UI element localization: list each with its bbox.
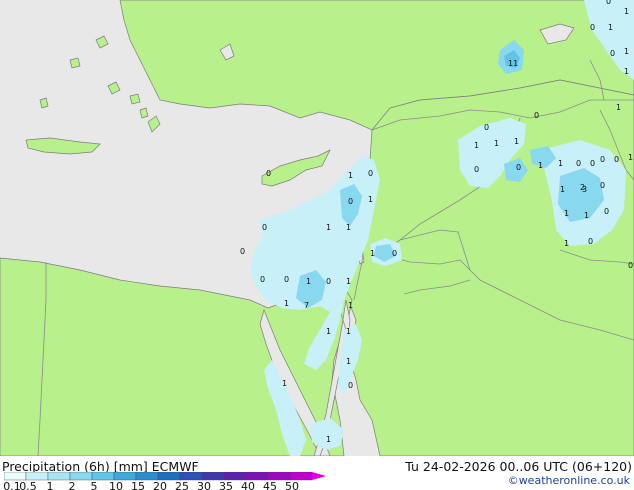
map-viewer: 0 0 1 1 1 0 1 1 1 11 0 1 1 0 1 0 0 1 1 0… [0,0,634,490]
map-value: 0 [600,181,605,190]
map-value: 1 [346,357,351,366]
map-value: 1 [474,141,479,150]
map-value: 1 [346,223,351,232]
land-island-4 [129,93,141,105]
map-value: 1 [624,7,629,16]
land-island-2 [69,57,81,69]
colorbar-bin [47,472,71,481]
map-value: 0 [392,249,397,258]
map-value: 7 [304,301,309,310]
map-value: 1 [368,195,373,204]
map-value: 0 [628,261,633,270]
colorbar-tick-label: 50 [285,480,299,490]
map-value: 3 [582,185,587,194]
map-value: 0 [474,165,479,174]
map-value: 1 [326,223,331,232]
map-value: 0 [260,275,265,284]
colorbar-bin [289,472,313,481]
colorbar-tick-label: 0.1 [3,480,21,490]
map-value: 1 [346,277,351,286]
colorbar-bin [25,472,49,481]
colorbar-bin [4,472,27,481]
colorbar-tick-label: 45 [263,480,277,490]
map-value: 1 [284,299,289,308]
map-value: 0 [610,49,615,58]
map-value: 1 [560,185,565,194]
map-value: 1 [514,137,519,146]
map-value: 1 [608,23,613,32]
map-value: 0 [614,155,619,164]
map-value: 0 [576,159,581,168]
map-value: 0 [588,237,593,246]
precipitation-map: 0 0 1 1 1 0 1 1 1 11 0 1 1 0 1 0 0 1 1 0… [0,0,634,456]
map-value: 1 [326,327,331,336]
colorbar-bin [245,472,269,481]
map-value: 0 [240,247,245,256]
credit-text: ©weatheronline.co.uk [507,474,630,487]
map-value: 1 [326,435,331,444]
map-value: 1 [346,327,351,336]
colorbar-tick-label: 1 [46,480,54,490]
map-value: 11 [508,59,518,68]
colorbar-bin [267,472,291,481]
colorbar-bin [69,472,93,481]
map-value: 1 [306,277,311,286]
map-value: 0 [484,123,489,132]
colorbar-bin [157,472,181,481]
map-value: 1 [616,103,621,112]
map-value: 0 [284,275,289,284]
map-value: 0 [590,23,595,32]
map-value: 0 [266,169,271,178]
colorbar-tick-label: 0.5 [19,480,37,490]
map-value: 0 [604,207,609,216]
map-value: 0 [262,223,267,232]
colorbar-tick-label: 10 [109,480,123,490]
map-value: 0 [516,163,521,172]
map-value: 0 [590,159,595,168]
map-value: 0 [368,169,373,178]
valid-time: Tu 24-02-2026 00..06 UTC (06+120) [405,459,632,474]
map-value: 1 [348,171,353,180]
map-value: 0 [326,277,331,286]
map-value: 1 [564,239,569,248]
colorbar-tick-label: 40 [241,480,255,490]
colorbar-tick-label: 15 [131,480,145,490]
map-value: 1 [538,161,543,170]
colorbar-bin [223,472,247,481]
map-value: 1 [624,67,629,76]
colorbar-tick-label: 5 [90,480,98,490]
map-value: 1 [564,209,569,218]
map-value: 0 [534,111,539,120]
map-value: 0 [348,381,353,390]
colorbar-tick-label: 20 [153,480,167,490]
colorbar-bin [135,472,159,481]
colorbar-bin [113,472,137,481]
colorbar-tick-label: 25 [175,480,189,490]
map-value: 1 [624,47,629,56]
colorbar-bin [179,472,203,481]
colorbar-tick-label: 2 [68,480,76,490]
map-value: 0 [600,155,605,164]
map-value: 1 [370,249,375,258]
map-value: 1 [558,159,563,168]
colorbar-tick-label: 30 [197,480,211,490]
map-value: 0 [348,197,353,206]
map-value: 1 [282,379,287,388]
colorbar-tick-label: 35 [219,480,233,490]
map-value: 0 [606,0,611,6]
map-value: 1 [348,301,353,310]
colorbar-arrow [312,472,326,480]
colorbar-bin [91,472,115,481]
map-value: 1 [494,139,499,148]
colorbar-bin [201,472,225,481]
map-value: 1 [584,211,589,220]
map-value: 1 [628,153,633,162]
